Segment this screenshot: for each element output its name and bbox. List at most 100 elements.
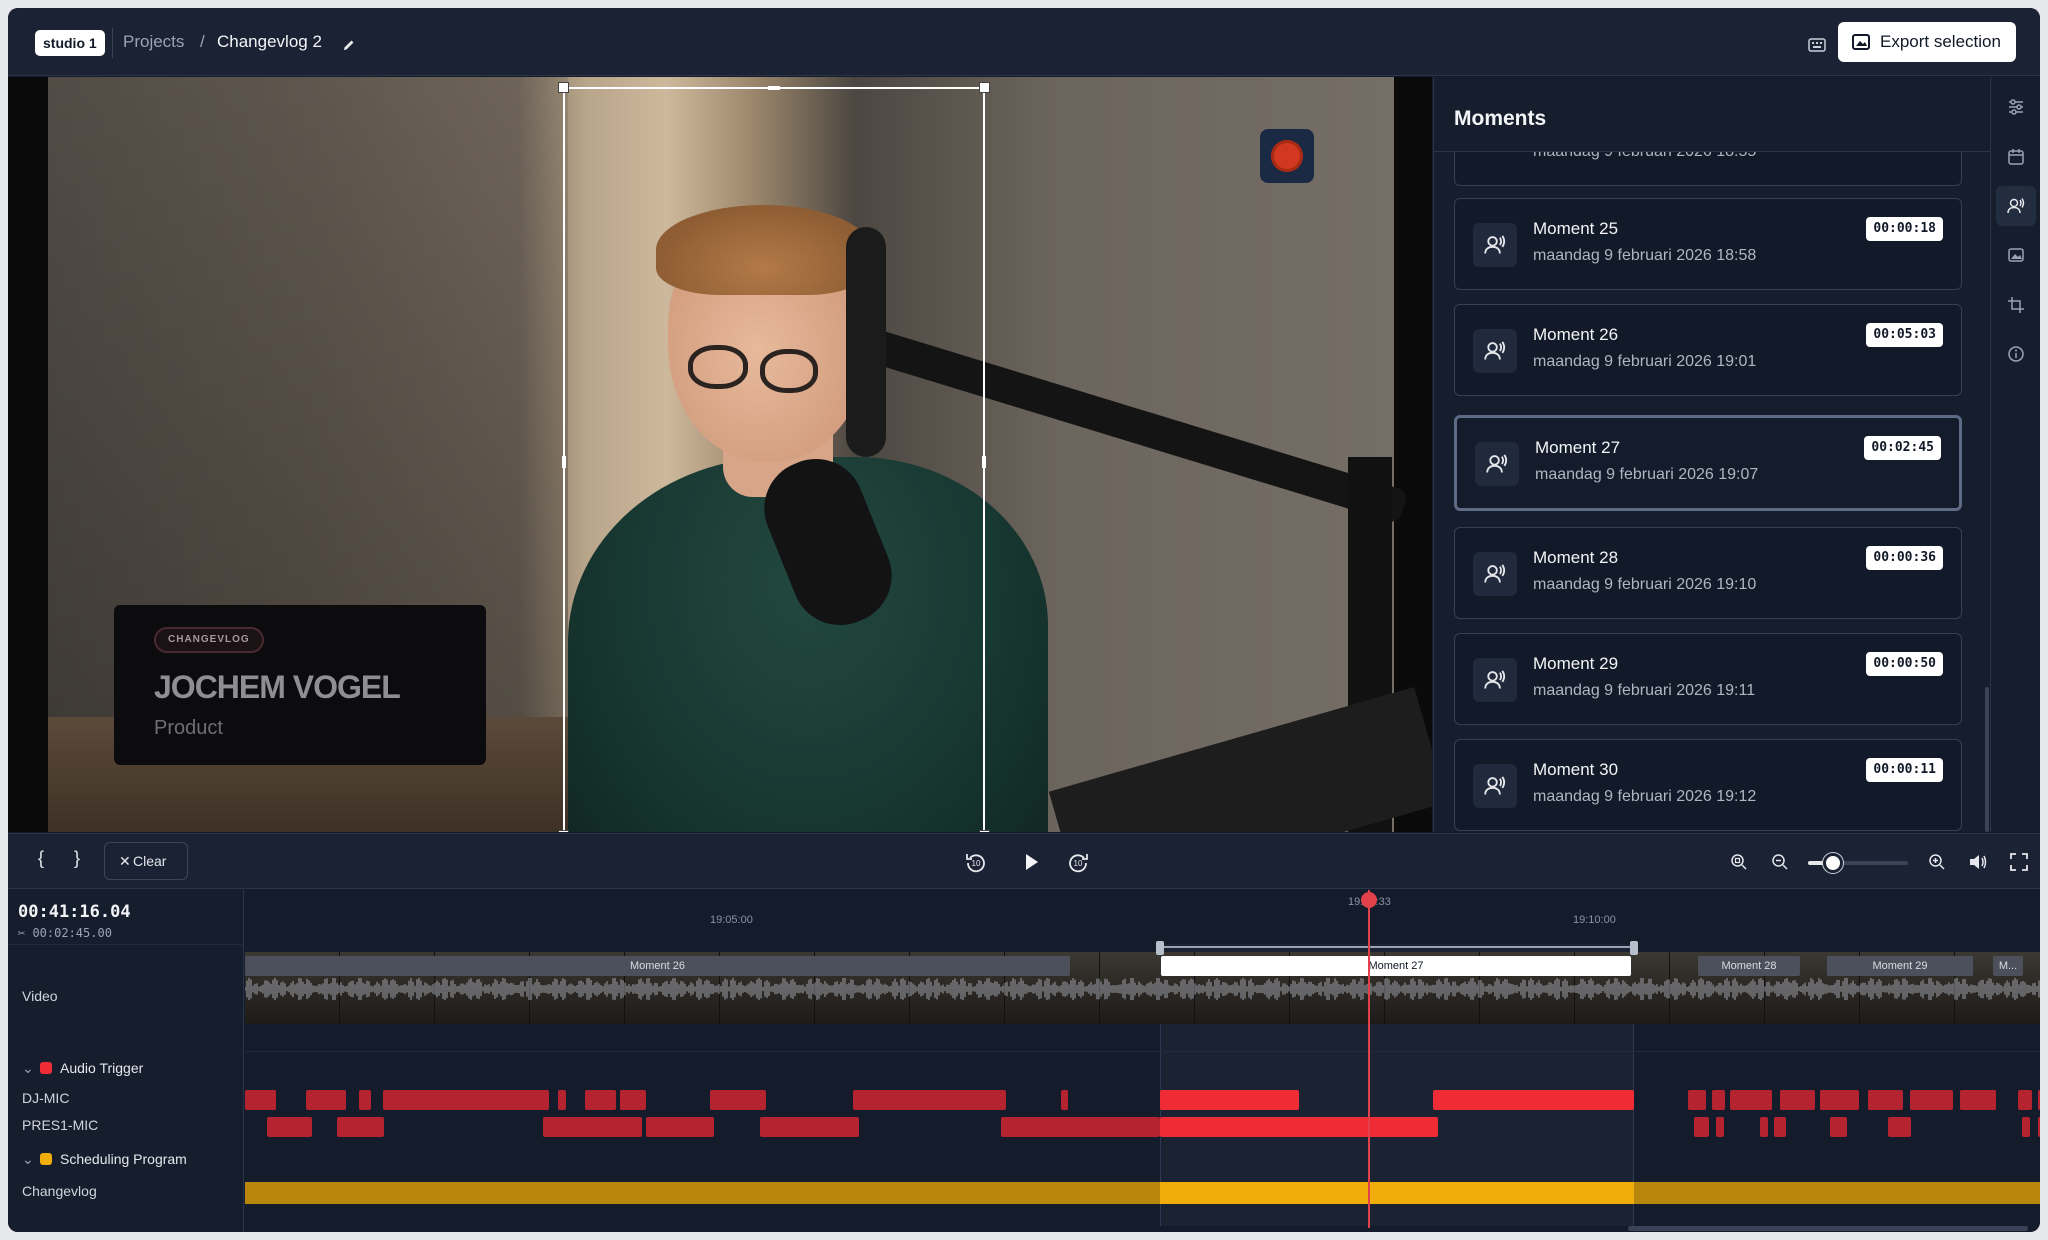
breadcrumb-projects-link[interactable]: Projects <box>123 32 184 52</box>
timeline[interactable]: 00:41:16.04 ✂ 00:02:45.00 Video ⌄ Audio T… <box>8 890 2040 1232</box>
set-out-point-button[interactable]: } <box>74 848 80 869</box>
adjustments-button[interactable] <box>1996 87 2036 127</box>
zoom-slider-handle[interactable] <box>1823 853 1843 873</box>
crop-handle-bottom-right[interactable] <box>979 830 990 832</box>
trigger-bar[interactable] <box>1160 1090 1299 1110</box>
trigger-bar[interactable] <box>2038 1117 2040 1137</box>
group-audio-trigger[interactable]: ⌄ Audio Trigger <box>22 1060 143 1077</box>
trigger-bar[interactable] <box>1830 1117 1847 1137</box>
schedule-button[interactable] <box>1996 137 2036 177</box>
trigger-bar[interactable] <box>646 1117 714 1137</box>
moment-card-partial[interactable]: maandag 9 februari 2026 18:55 <box>1454 152 1962 186</box>
moment-card[interactable]: Moment 30 maandag 9 februari 2026 19:12 00… <box>1454 739 1962 831</box>
chevron-down-icon[interactable]: ⌄ <box>22 1060 36 1077</box>
crop-handle-top-left[interactable] <box>558 82 569 93</box>
moment-tag[interactable]: Moment 28 <box>1698 956 1800 976</box>
trigger-bar[interactable] <box>1694 1117 1709 1137</box>
chevron-down-icon[interactable]: ⌄ <box>22 1151 36 1168</box>
thumbnail-button[interactable] <box>1996 235 2036 275</box>
forward-10-icon[interactable]: 10 <box>1066 850 1090 874</box>
info-button[interactable] <box>1996 334 2036 374</box>
moments-list[interactable]: maandag 9 februari 2026 18:55 Moment 25 m… <box>1434 152 1990 832</box>
trigger-bar[interactable] <box>2018 1090 2032 1110</box>
play-icon[interactable] <box>1020 851 1042 873</box>
crop-button[interactable] <box>1996 285 2036 325</box>
moment-card[interactable]: Moment 26 maandag 9 februari 2026 19:01 00… <box>1454 304 1962 396</box>
moment-card[interactable]: Moment 29 maandag 9 februari 2026 19:11 00… <box>1454 633 1962 725</box>
trigger-bar[interactable] <box>1001 1117 1160 1137</box>
rewind-10-icon[interactable]: 10 <box>964 850 988 874</box>
trigger-bar[interactable] <box>1295 1117 1438 1137</box>
trigger-bar[interactable] <box>710 1090 766 1110</box>
moment-tag-active[interactable]: Moment 27 <box>1161 956 1631 976</box>
schedule-block[interactable] <box>245 1182 1160 1204</box>
trigger-bar[interactable] <box>1868 1090 1903 1110</box>
trigger-bar[interactable] <box>1061 1090 1068 1110</box>
trigger-bar[interactable] <box>585 1090 616 1110</box>
crop-handle-top-right[interactable] <box>979 82 990 93</box>
trigger-bar[interactable] <box>1960 1090 1996 1110</box>
clear-selection-button[interactable]: ✕ Clear <box>104 842 188 880</box>
pencil-icon[interactable] <box>342 38 356 52</box>
trigger-bar[interactable] <box>1160 1117 1299 1137</box>
selection-range-bar[interactable] <box>1160 946 1634 948</box>
keyboard-icon[interactable] <box>1808 38 1826 52</box>
video-track[interactable]: Moment 26 Moment 27 Moment 28 Moment 29 … <box>245 952 2040 1024</box>
group-scheduling-program[interactable]: ⌄ Scheduling Program <box>22 1151 187 1168</box>
time-ruler[interactable]: 19:05:00 19:10:00 <box>245 890 2040 944</box>
set-in-point-button[interactable]: { <box>38 848 44 869</box>
zoom-out-icon[interactable] <box>1771 853 1789 871</box>
trigger-bar[interactable] <box>1910 1090 1953 1110</box>
moment-tag[interactable]: Moment 29 <box>1827 956 1973 976</box>
trigger-bar[interactable] <box>853 1090 1006 1110</box>
trigger-bar[interactable] <box>1688 1090 1706 1110</box>
trigger-bar[interactable] <box>2022 1117 2030 1137</box>
moment-tag[interactable]: Moment 26 <box>245 956 1070 976</box>
moments-button[interactable] <box>1996 186 2036 226</box>
trigger-bar[interactable] <box>620 1090 646 1110</box>
video-preview[interactable]: CHANGEVLOG JOCHEM VOGEL Product <box>8 77 1432 832</box>
trigger-bar[interactable] <box>1888 1117 1911 1137</box>
timeline-scrollbar[interactable] <box>1628 1226 2028 1231</box>
moment-card[interactable]: Moment 25 maandag 9 februari 2026 18:58 00… <box>1454 198 1962 290</box>
trigger-bar[interactable] <box>306 1090 346 1110</box>
moments-scrollbar[interactable] <box>1985 687 1989 832</box>
crop-handle-left[interactable] <box>562 456 566 468</box>
schedule-block[interactable] <box>1634 1182 2040 1204</box>
moment-tag[interactable]: M... <box>1993 956 2023 976</box>
trigger-bar[interactable] <box>1433 1090 1634 1110</box>
fullscreen-icon[interactable] <box>2010 853 2028 871</box>
trigger-bar[interactable] <box>760 1117 859 1137</box>
crop-handle-right[interactable] <box>982 456 986 468</box>
trigger-bar[interactable] <box>1780 1090 1815 1110</box>
trigger-bar[interactable] <box>1820 1090 1859 1110</box>
volume-icon[interactable] <box>1968 852 1988 872</box>
moment-card[interactable]: Moment 27 maandag 9 februari 2026 19:07 00… <box>1454 415 1962 511</box>
zoom-fit-icon[interactable] <box>1730 853 1748 871</box>
export-selection-button[interactable]: Export selection <box>1838 22 2016 62</box>
trigger-bar[interactable] <box>359 1090 371 1110</box>
zoom-slider[interactable] <box>1808 853 1908 873</box>
trigger-bar[interactable] <box>2038 1090 2040 1110</box>
moment-card[interactable]: Moment 28 maandag 9 februari 2026 19:10 00… <box>1454 527 1962 619</box>
crop-handle-bottom-left[interactable] <box>558 830 569 832</box>
trigger-bar[interactable] <box>1760 1117 1768 1137</box>
schedule-block-selected[interactable] <box>1160 1182 1634 1204</box>
trigger-bar[interactable] <box>267 1117 312 1137</box>
trigger-bar[interactable] <box>1712 1090 1725 1110</box>
playhead-handle[interactable] <box>1361 892 1377 908</box>
trigger-bar[interactable] <box>558 1090 566 1110</box>
selection-end-handle[interactable] <box>1630 941 1638 955</box>
crop-selection-box[interactable] <box>558 82 990 832</box>
studio-badge[interactable]: studio 1 <box>35 30 105 56</box>
zoom-in-icon[interactable] <box>1928 853 1946 871</box>
trigger-bar[interactable] <box>543 1117 642 1137</box>
trigger-bar[interactable] <box>1774 1117 1786 1137</box>
selection-start-handle[interactable] <box>1156 941 1164 955</box>
trigger-bar[interactable] <box>245 1090 276 1110</box>
trigger-bar[interactable] <box>337 1117 384 1137</box>
trigger-bar[interactable] <box>383 1090 549 1110</box>
trigger-bar[interactable] <box>1716 1117 1724 1137</box>
trigger-bar[interactable] <box>1730 1090 1772 1110</box>
crop-handle-top[interactable] <box>768 86 780 90</box>
